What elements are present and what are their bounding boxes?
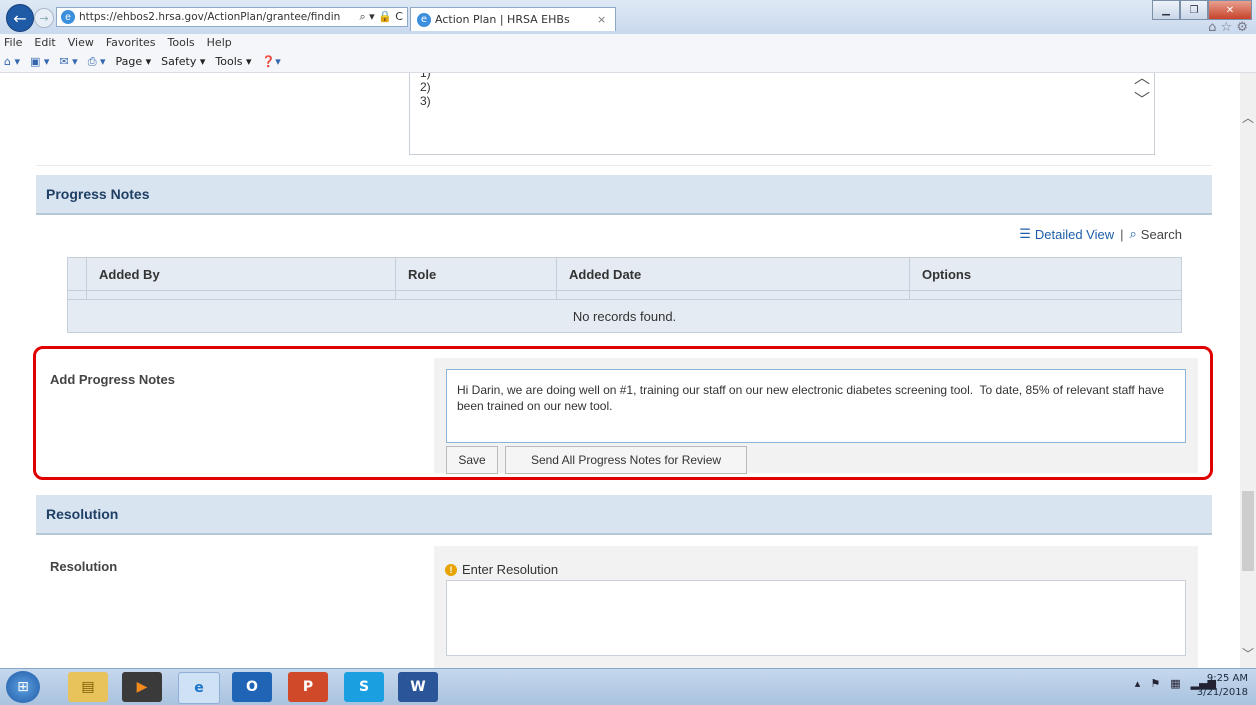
browser-titlebar: ← → e https://ehbos2.hrsa.gov/ActionPlan… — [0, 0, 1256, 35]
windows-logo-icon: ⊞ — [17, 679, 29, 695]
page-content: 1) 2) 3) ︿ ﹀ Progress Notes ☰ Detailed V… — [0, 73, 1240, 668]
network-icon[interactable]: ▦ — [1170, 677, 1180, 690]
safety-menu[interactable]: Safety ▾ — [161, 55, 205, 68]
list-line: 2) — [420, 80, 431, 94]
no-records-message: No records found. — [67, 299, 1182, 333]
url-text[interactable]: https://ehbos2.hrsa.gov/ActionPlan/grant… — [79, 11, 355, 23]
outlook-icon[interactable]: O — [232, 672, 272, 702]
column-header[interactable]: Added By — [86, 257, 396, 291]
scroll-up-icon[interactable]: ︿ — [1240, 109, 1256, 126]
address-bar[interactable]: e https://ehbos2.hrsa.gov/ActionPlan/gra… — [56, 7, 408, 27]
home-icon[interactable]: ⌂ ▾ — [4, 55, 20, 68]
detailed-view-link[interactable]: Detailed View — [1035, 227, 1114, 242]
address-tools-icons[interactable]: ⌕ ▾ 🔒 C — [355, 10, 407, 24]
list-line: 3) — [420, 94, 431, 108]
view-tools: ☰ Detailed View | ⌕ Search — [1019, 227, 1182, 242]
expand-column-header — [67, 257, 87, 291]
ie-favicon-icon: e — [61, 10, 75, 24]
restore-button[interactable]: ❐ — [1180, 0, 1208, 20]
menu-view[interactable]: View — [68, 36, 94, 49]
numbered-list-box[interactable]: 1) 2) 3) ︿ ﹀ — [409, 73, 1155, 155]
table-row: No records found. — [67, 299, 1182, 333]
window-controls: ▁ ❐ ✕ — [1152, 0, 1252, 20]
file-explorer-icon[interactable]: ▤ — [68, 672, 108, 702]
minimize-button[interactable]: ▁ — [1152, 0, 1180, 20]
chevron-down-icon[interactable]: ﹀ — [1134, 89, 1150, 111]
tab-close-icon[interactable]: × — [597, 13, 615, 26]
progress-notes-header: Progress Notes — [36, 175, 1212, 215]
clock-time: 9:25 AM — [1206, 673, 1248, 684]
powerpoint-icon[interactable]: P — [288, 672, 328, 702]
list-line: 1) — [420, 73, 431, 80]
highlight-outline — [33, 346, 1213, 480]
column-header: Options — [909, 257, 1182, 291]
menu-favorites[interactable]: Favorites — [106, 36, 156, 49]
progress-notes-table: Added By Role Added Date Options No reco… — [67, 257, 1182, 333]
scroll-thumb[interactable] — [1242, 491, 1254, 571]
clock-date: 3/21/2018 — [1196, 687, 1248, 698]
chevron-up-icon[interactable]: ︿ — [1134, 73, 1150, 89]
ie-favicon-icon: e — [417, 12, 431, 27]
scroll-down-icon[interactable]: ﹀ — [1240, 645, 1256, 662]
tab-title: Action Plan | HRSA EHBs — [435, 13, 570, 26]
menu-tools[interactable]: Tools — [168, 36, 195, 49]
page-menu[interactable]: Page ▾ — [116, 55, 152, 68]
forward-button[interactable]: → — [34, 8, 54, 28]
favorites-icons[interactable]: ⌂ ☆ ⚙ — [1208, 20, 1248, 35]
browser-tab[interactable]: e Action Plan | HRSA EHBs × — [410, 7, 616, 31]
enter-resolution-prompt: ! Enter Resolution — [445, 562, 558, 577]
help-icon[interactable]: ❓▾ — [262, 55, 281, 68]
menu-edit[interactable]: Edit — [34, 36, 55, 49]
arrow-right-icon: → — [39, 11, 49, 25]
resolution-label: Resolution — [50, 559, 118, 574]
start-button[interactable]: ⊞ — [6, 671, 40, 703]
menu-bar: File Edit View Favorites Tools Help — [0, 34, 1256, 51]
command-bar: ⌂ ▾ ▣ ▾ ✉ ▾ ⎙ ▾ Page ▾ Safety ▾ Tools ▾ … — [0, 51, 1256, 73]
word-icon[interactable]: W — [398, 672, 438, 702]
search-link[interactable]: Search — [1141, 227, 1182, 242]
warning-icon: ! — [445, 563, 457, 576]
tools-menu[interactable]: Tools ▾ — [215, 55, 251, 68]
table-header-row: Added By Role Added Date Options — [67, 257, 1182, 291]
list-icon: ☰ — [1019, 227, 1031, 242]
menu-file[interactable]: File — [4, 36, 22, 49]
arrow-left-icon: ← — [13, 8, 27, 28]
windows-taskbar: ⊞ ▤ ▶ e O P S W ▴ ⚑ ▦ ▂▄▆ 9:25 AM 3/21/2… — [0, 668, 1256, 705]
back-button[interactable]: ← — [6, 4, 34, 32]
page-scrollbar[interactable]: ︿ ﹀ — [1240, 73, 1256, 668]
enter-resolution-text: Enter Resolution — [462, 562, 559, 577]
resolution-textarea[interactable] — [446, 580, 1186, 656]
feeds-icon[interactable]: ▣ ▾ — [30, 55, 49, 68]
media-player-icon[interactable]: ▶ — [122, 672, 162, 702]
separator: | — [1120, 227, 1124, 242]
mail-icon[interactable]: ✉ ▾ — [59, 55, 77, 68]
column-header[interactable]: Added Date — [556, 257, 910, 291]
menu-help[interactable]: Help — [207, 36, 232, 49]
flag-icon[interactable]: ⚑ — [1150, 677, 1160, 690]
tray-expand-icon[interactable]: ▴ — [1135, 677, 1141, 690]
clock[interactable]: 9:25 AM 3/21/2018 — [1197, 672, 1248, 700]
search-icon: ⌕ — [1129, 227, 1137, 242]
column-header[interactable]: Role — [395, 257, 557, 291]
close-window-button[interactable]: ✕ — [1208, 0, 1252, 20]
resolution-header: Resolution — [36, 495, 1212, 535]
internet-explorer-icon[interactable]: e — [178, 672, 220, 704]
skype-icon[interactable]: S — [344, 672, 384, 702]
list-scroll-arrows[interactable]: ︿ ﹀ — [1134, 73, 1150, 111]
print-icon[interactable]: ⎙ ▾ — [88, 55, 106, 69]
table-filter-row — [67, 290, 1182, 300]
